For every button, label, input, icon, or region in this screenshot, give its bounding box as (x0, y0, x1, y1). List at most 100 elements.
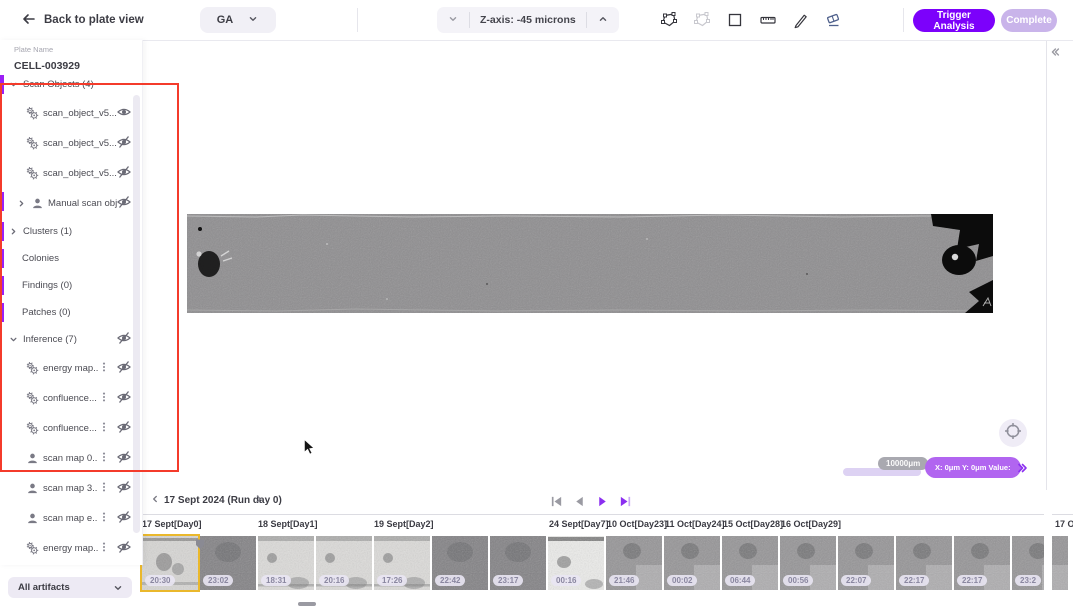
image-viewer-canvas[interactable]: 10000μm X: 0μm Y: 0μm Value: (142, 40, 1073, 490)
previous-day-button[interactable] (148, 494, 162, 508)
toolbar-divider (357, 8, 358, 32)
skip-start-button[interactable] (549, 494, 563, 508)
collapse-right-panel-button[interactable] (1047, 46, 1063, 62)
layer-row-scan-objects-4[interactable]: Scan Objects (4) (0, 71, 142, 98)
timeline-thumbnail[interactable]: 22:42 (432, 536, 488, 590)
visibility-off-icon[interactable] (117, 450, 131, 467)
layer-row-scan-map-e[interactable]: scan map e... (0, 503, 142, 533)
pipeline-gears-icon (26, 422, 39, 435)
timeline-thumbnail[interactable]: 21:46 (606, 536, 662, 590)
complete-button[interactable]: Complete (1001, 9, 1057, 32)
pipeline-gears-icon (26, 137, 39, 150)
ruler-tool[interactable] (759, 11, 777, 29)
timeline-position-marker[interactable] (195, 537, 205, 555)
timeline-thumbnail[interactable]: 06:44 (722, 536, 778, 590)
well-selector-dropdown[interactable]: GA (200, 7, 276, 33)
timeline-thumbnail[interactable]: 23:02 (200, 536, 256, 590)
layer-row-scan-map-3[interactable]: scan map 3... (0, 473, 142, 503)
chevron-right-icon[interactable] (16, 198, 27, 209)
z-axis-down-button[interactable] (437, 13, 469, 28)
user-icon (26, 452, 39, 465)
layer-label: energy map... (43, 543, 98, 554)
next-day-button[interactable] (252, 494, 266, 508)
brush-tool[interactable] (792, 11, 810, 29)
timeline-thumbnail[interactable]: 18:31 (258, 536, 314, 590)
timeline-thumbnail[interactable]: 23:17 (490, 536, 546, 590)
timeline-thumbnail[interactable]: 20:30 (142, 536, 198, 590)
timeline-horizontal-scrollbar[interactable] (298, 602, 316, 606)
layer-tree: Scan Objects (4)scan_object_v5...scan_ob… (0, 71, 142, 563)
chevron-right-icon[interactable] (8, 226, 19, 237)
timeline-day-label: 19 Sept[Day2] (374, 519, 434, 529)
recenter-target-button[interactable] (999, 419, 1027, 447)
layer-row-patches-0[interactable]: Patches (0) (0, 299, 142, 326)
pipeline-gears-icon (26, 362, 39, 375)
kebab-menu-icon[interactable] (98, 421, 110, 436)
back-to-plate-view-button[interactable]: Back to plate view (22, 0, 144, 40)
layer-label: confluence... (43, 423, 97, 434)
rectangle-tool[interactable] (726, 11, 744, 29)
timeline-day-label: 17 Oct( (1055, 519, 1073, 529)
trigger-analysis-button[interactable]: Trigger Analysis (913, 9, 995, 32)
layer-row-confluence[interactable]: confluence... (0, 383, 142, 413)
kebab-menu-icon[interactable] (98, 451, 110, 466)
timeline-thumbnail[interactable]: 17:26 (374, 536, 430, 590)
visibility-off-icon[interactable] (117, 510, 131, 527)
timeline-thumbnail[interactable]: 22:07 (838, 536, 894, 590)
layer-row-energy-map[interactable]: energy map... (0, 533, 142, 563)
polygon-select-tool[interactable] (660, 11, 678, 29)
timeline-thumbnail[interactable]: 00:56 (780, 536, 836, 590)
layer-row-confluence[interactable]: confluence... (0, 413, 142, 443)
chevron-down-icon[interactable] (8, 79, 19, 90)
visibility-off-icon[interactable] (117, 420, 131, 437)
layer-row-inference-7[interactable]: Inference (7) (0, 326, 142, 353)
play-button[interactable] (595, 494, 609, 508)
user-icon (31, 197, 44, 210)
kebab-menu-icon[interactable] (98, 541, 110, 556)
chevron-down-icon[interactable] (8, 334, 19, 345)
layer-row-scan-map-0[interactable]: scan map 0... (0, 443, 142, 473)
expand-coordinates-button[interactable] (1016, 461, 1030, 480)
visibility-off-icon[interactable] (117, 390, 131, 407)
all-artifacts-dropdown[interactable]: All artifacts (8, 577, 132, 598)
visibility-off-icon[interactable] (117, 540, 131, 557)
visibility-on-icon[interactable] (117, 105, 131, 122)
timeline-thumbnail[interactable]: 22:17 (954, 536, 1010, 590)
eraser-tool[interactable] (825, 11, 843, 29)
layer-row-energy-map[interactable]: energy map... (0, 353, 142, 383)
timeline-thumbnail[interactable]: 20:16 (316, 536, 372, 590)
visibility-off-icon[interactable] (117, 480, 131, 497)
layer-row-manual-scan-obj[interactable]: Manual scan obj... (0, 188, 142, 218)
kebab-menu-icon[interactable] (98, 391, 110, 406)
kebab-menu-icon[interactable] (98, 511, 110, 526)
z-axis-up-button[interactable] (587, 13, 619, 28)
visibility-off-icon[interactable] (117, 195, 131, 212)
timeline-thumbnail[interactable]: 00:02 (664, 536, 720, 590)
kebab-menu-icon[interactable] (98, 361, 110, 376)
visibility-off-icon[interactable] (117, 135, 131, 152)
polygon-magic-tool (693, 11, 711, 29)
sidebar-scrollbar[interactable] (133, 95, 140, 533)
skip-end-button[interactable] (618, 494, 632, 508)
layer-row-scan-object-v5[interactable]: scan_object_v5... (0, 158, 142, 188)
layer-row-findings-0[interactable]: Findings (0) (0, 272, 142, 299)
visibility-off-icon[interactable] (117, 331, 131, 348)
timeline-thumbnail[interactable]: 22:17 (896, 536, 952, 590)
layer-row-scan-object-v5[interactable]: scan_object_v5... (0, 98, 142, 128)
thumbnail-timestamp: 06:44 (725, 575, 755, 586)
timeline-thumbnail[interactable]: 23:2 (1012, 536, 1068, 590)
layer-row-clusters-1[interactable]: Clusters (1) (0, 218, 142, 245)
visibility-off-icon[interactable] (117, 165, 131, 182)
pipeline-gears-icon (26, 167, 39, 180)
thumbnail-timestamp: 23:02 (203, 575, 233, 586)
timeline-thumbnail[interactable]: 00:16 (548, 536, 604, 590)
layers-sidebar: Plate Name CELL-003929 Scan Objects (4)s… (0, 40, 143, 565)
kebab-menu-icon[interactable] (98, 481, 110, 496)
app-window: Back to plate view GA Z-axis: -45 micron… (0, 0, 1073, 607)
layer-row-scan-object-v5[interactable]: scan_object_v5... (0, 128, 142, 158)
layer-row-colonies[interactable]: Colonies (0, 245, 142, 272)
cursor-coordinates-pill: X: 0μm Y: 0μm Value: (925, 457, 1021, 478)
scan-image-strip[interactable] (187, 214, 993, 313)
step-back-button[interactable] (572, 494, 586, 508)
visibility-off-icon[interactable] (117, 360, 131, 377)
